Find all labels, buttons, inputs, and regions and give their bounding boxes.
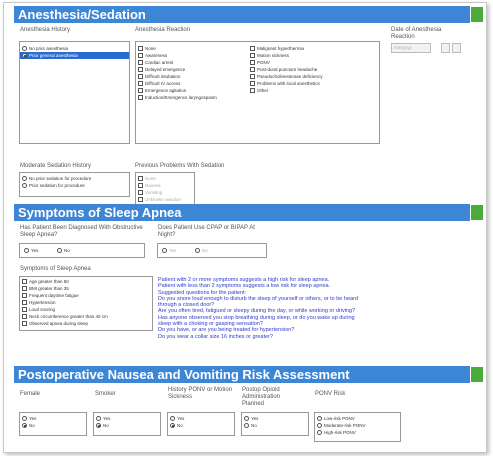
reaction-checkbox[interactable]: Motion sickness bbox=[248, 52, 378, 59]
ponv-risk-option[interactable]: Low-risk PONV bbox=[315, 415, 400, 422]
anesthesia-reaction-label: Anesthesia Reaction bbox=[135, 27, 191, 33]
history-ponv-no-radio[interactable]: No bbox=[168, 422, 234, 429]
cpap-radiogroup[interactable]: Yes No bbox=[157, 243, 267, 258]
moderate-sedation-label: Moderate Sedation History bbox=[20, 163, 92, 169]
previous-problem-checkbox[interactable]: Unknown reaction bbox=[136, 196, 194, 203]
previous-problems-label: Previous Problems With Sedation bbox=[135, 163, 225, 169]
anesthesia-history-listbox[interactable]: No prior anesthesia Prior general anesth… bbox=[19, 41, 130, 144]
ponv-risk-radiogroup[interactable]: Low-risk PONV Moderate-risk PONV High-ri… bbox=[314, 412, 401, 442]
date-reaction-label: Date of Anesthesia Reaction bbox=[391, 27, 442, 40]
anesthesia-history-option-selected[interactable]: Prior general anesthesia bbox=[20, 52, 129, 59]
sleep-symptom-checkbox[interactable]: BMI greater than 35 bbox=[20, 285, 152, 292]
cpap-yes-radio[interactable]: Yes bbox=[160, 247, 176, 254]
date-reaction-input[interactable]: mm/yyyy bbox=[391, 43, 431, 53]
reaction-checkbox[interactable]: Emergence agitation bbox=[136, 87, 251, 94]
opioid-label: Postop Opioid Administration Planned bbox=[242, 387, 281, 407]
history-ponv-label: History PONV or Motion Sickness bbox=[168, 387, 233, 400]
reaction-checkbox[interactable]: Pseudocholinesterase deficiency bbox=[248, 73, 378, 80]
reaction-checkbox[interactable]: Delayed emergence bbox=[136, 66, 251, 73]
ponv-risk-option[interactable]: High-risk PONV bbox=[315, 429, 400, 436]
reaction-checkbox[interactable]: Malignant hyperthermia bbox=[248, 45, 378, 52]
section-tab-sleep-apnea[interactable] bbox=[471, 205, 483, 220]
previous-problem-checkbox[interactable]: None bbox=[136, 175, 194, 182]
previous-problem-checkbox[interactable]: Vomiting bbox=[136, 189, 194, 196]
reaction-checkbox[interactable]: PONV bbox=[248, 59, 378, 66]
smoker-yes-radio[interactable]: Yes bbox=[94, 415, 160, 422]
sleep-symptom-checkbox[interactable]: Observed apnea during sleep bbox=[20, 320, 152, 327]
reaction-checkbox[interactable]: Difficult intubation bbox=[136, 73, 251, 80]
section-header-anesthesia: Anesthesia/Sedation bbox=[14, 6, 470, 23]
osa-diagnosed-label: Has Patient Been Diagnosed With Obstruct… bbox=[20, 225, 143, 238]
osa-yes-radio[interactable]: Yes bbox=[22, 247, 38, 254]
guidance-line: Do you wear a collar size 16 inches or g… bbox=[158, 333, 273, 340]
calendar-icon[interactable] bbox=[441, 43, 450, 53]
ponv-risk-option[interactable]: Moderate-risk PONV bbox=[315, 422, 400, 429]
moderate-sedation-option[interactable]: No prior sedation for procedure bbox=[20, 175, 129, 182]
section-tab-ponv[interactable] bbox=[471, 367, 483, 382]
female-no-radio[interactable]: No bbox=[20, 422, 86, 429]
moderate-sedation-option[interactable]: Prior sedation for procedure bbox=[20, 182, 129, 189]
sleep-symptom-checkbox[interactable]: Frequent daytime fatigue bbox=[20, 292, 152, 299]
sleep-symptom-checkbox[interactable]: Age greater than 50 bbox=[20, 278, 152, 285]
sleep-apnea-guidance: Patient with 2 or more symptoms suggests… bbox=[158, 277, 458, 340]
cpap-no-radio[interactable]: No bbox=[193, 247, 208, 254]
section-header-sleep-apnea: Symptoms of Sleep Apnea bbox=[14, 204, 470, 221]
sleep-symptoms-label: Symptoms of Sleep Apnea bbox=[20, 266, 91, 272]
smoker-label: Smoker bbox=[95, 391, 116, 397]
reaction-checkbox[interactable]: Other bbox=[248, 87, 378, 94]
opioid-yes-radio[interactable]: Yes bbox=[242, 415, 308, 422]
female-radiogroup[interactable]: Yes No bbox=[19, 412, 87, 436]
sleep-symptom-checkbox[interactable]: Loud snoring bbox=[20, 306, 152, 313]
ponv-risk-label: PONV Risk bbox=[315, 391, 346, 397]
osa-diagnosed-radiogroup[interactable]: Yes No bbox=[19, 243, 145, 258]
reaction-checkbox[interactable]: Awareness bbox=[136, 52, 251, 59]
cpap-label: Does Patient Use CPAP or BIPAP At Night? bbox=[158, 225, 255, 238]
reaction-checkbox[interactable]: Problems with local anesthetics bbox=[248, 80, 378, 87]
smoker-radiogroup[interactable]: Yes No bbox=[93, 412, 161, 436]
opioid-no-radio[interactable]: No bbox=[242, 422, 308, 429]
anesthesia-history-label: Anesthesia History bbox=[20, 27, 71, 33]
female-label: Female bbox=[20, 391, 41, 397]
moderate-sedation-listbox[interactable]: No prior sedation for procedure Prior se… bbox=[19, 172, 130, 197]
reaction-checkbox[interactable]: Post-dural puncture headache bbox=[248, 66, 378, 73]
sleep-symptom-checkbox[interactable]: Neck circumference greater than 40 cm bbox=[20, 313, 152, 320]
reaction-checkbox[interactable]: Difficult IV access bbox=[136, 80, 251, 87]
reaction-checkbox[interactable]: Induction/Emergence laryngospasm bbox=[136, 94, 251, 101]
opioid-radiogroup[interactable]: Yes No bbox=[241, 412, 309, 436]
history-ponv-yes-radio[interactable]: Yes bbox=[168, 415, 234, 422]
sleep-symptom-checkbox[interactable]: Hypertension bbox=[20, 299, 152, 306]
history-ponv-radiogroup[interactable]: Yes No bbox=[167, 412, 235, 436]
section-tab-anesthesia[interactable] bbox=[471, 7, 483, 22]
anesthesia-reaction-listbox[interactable]: None Awareness Cardiac arrest Delayed em… bbox=[135, 41, 380, 144]
female-yes-radio[interactable]: Yes bbox=[20, 415, 86, 422]
section-header-ponv: Postoperative Nausea and Vomiting Risk A… bbox=[14, 366, 470, 383]
reaction-checkbox[interactable]: Cardiac arrest bbox=[136, 59, 251, 66]
smoker-no-radio[interactable]: No bbox=[94, 422, 160, 429]
osa-no-radio[interactable]: No bbox=[55, 247, 70, 254]
reaction-checkbox[interactable]: None bbox=[136, 45, 251, 52]
anesthesia-history-option[interactable]: No prior anesthesia bbox=[20, 45, 129, 52]
date-spinner-icon[interactable] bbox=[452, 43, 461, 53]
previous-problem-checkbox[interactable]: Nausea bbox=[136, 182, 194, 189]
sleep-symptoms-listbox[interactable]: Age greater than 50 BMI greater than 35 … bbox=[19, 276, 153, 331]
